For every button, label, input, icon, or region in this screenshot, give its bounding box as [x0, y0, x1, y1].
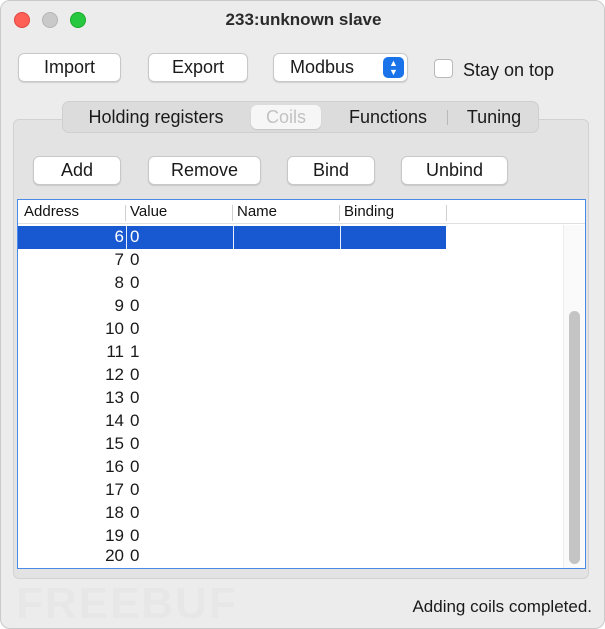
column-header-name[interactable]: Name: [237, 203, 277, 220]
import-button[interactable]: Import: [18, 53, 121, 82]
cell-divider: [340, 226, 341, 249]
address-cell: 15: [105, 434, 124, 453]
address-cell: 6: [114, 227, 124, 246]
address-cell: 14: [105, 411, 124, 430]
table-header: Address Value Name Binding: [18, 200, 585, 224]
value-cell[interactable]: 1: [130, 342, 139, 362]
status-message: Adding coils completed.: [412, 597, 592, 616]
address-cell: 20: [105, 546, 124, 565]
address-cell: 8: [114, 273, 124, 292]
bind-button[interactable]: Bind: [287, 156, 375, 185]
window-title: 233:unknown slave: [225, 10, 382, 29]
stay-on-top-label: Stay on top: [463, 60, 555, 80]
table-row[interactable]: 13 0: [18, 387, 446, 410]
value-cell[interactable]: 0: [130, 388, 139, 408]
value-cell[interactable]: 0: [130, 319, 139, 339]
stay-on-top-checkbox[interactable]: [434, 59, 453, 78]
column-divider[interactable]: [339, 205, 340, 221]
tab-bar: Holding registers Coils Functions Tuning: [62, 101, 539, 133]
value-cell[interactable]: 0: [130, 526, 139, 546]
table-row[interactable]: 7 0: [18, 249, 446, 272]
address-cell: 12: [105, 365, 124, 384]
vertical-scrollbar[interactable]: [563, 225, 585, 568]
address-cell: 16: [105, 457, 124, 476]
address-cell: 10: [105, 319, 124, 338]
table-row[interactable]: 12 0: [18, 364, 446, 387]
column-divider[interactable]: [125, 205, 126, 221]
tab-functions[interactable]: Functions: [328, 102, 448, 132]
tab-holding-registers[interactable]: Holding registers: [63, 102, 249, 132]
protocol-select[interactable]: Modbus ▲ ▼: [273, 53, 408, 82]
address-cell: 17: [105, 480, 124, 499]
tab-tuning[interactable]: Tuning: [448, 102, 540, 132]
column-header-binding[interactable]: Binding: [344, 203, 394, 220]
coils-table: Address Value Name Binding 6 0 7 0 8 0 9…: [17, 199, 586, 569]
table-row[interactable]: 17 0: [18, 479, 446, 502]
column-divider[interactable]: [232, 205, 233, 221]
table-row[interactable]: 9 0: [18, 295, 446, 318]
unbind-button[interactable]: Unbind: [401, 156, 508, 185]
address-cell: 9: [114, 296, 124, 315]
value-cell[interactable]: 0: [130, 296, 139, 316]
table-row[interactable]: 6 0: [18, 226, 446, 249]
add-button[interactable]: Add: [33, 156, 121, 185]
protocol-select-value: Modbus: [290, 57, 355, 77]
export-button[interactable]: Export: [148, 53, 248, 82]
value-cell[interactable]: 0: [130, 457, 139, 477]
cell-divider: [233, 226, 234, 249]
table-row[interactable]: 11 1: [18, 341, 446, 364]
value-cell[interactable]: 0: [130, 365, 139, 385]
value-cell[interactable]: 0: [130, 503, 139, 523]
address-cell: 11: [106, 342, 124, 361]
chevron-up-down-icon: ▲ ▼: [383, 57, 404, 78]
value-cell[interactable]: 0: [130, 227, 139, 247]
value-cell[interactable]: 0: [130, 480, 139, 500]
remove-button[interactable]: Remove: [148, 156, 261, 185]
tab-coils[interactable]: Coils: [251, 105, 321, 129]
table-row[interactable]: 15 0: [18, 433, 446, 456]
title-bar: 233:unknown slave: [1, 1, 604, 39]
table-row[interactable]: 14 0: [18, 410, 446, 433]
watermark-logo: FREEBUF: [16, 579, 238, 628]
table-row[interactable]: 16 0: [18, 456, 446, 479]
table-row[interactable]: 18 0: [18, 502, 446, 525]
column-header-value[interactable]: Value: [130, 203, 167, 220]
address-cell: 13: [105, 388, 124, 407]
address-cell: 18: [105, 503, 124, 522]
address-cell: 19: [105, 526, 124, 545]
address-cell: 7: [114, 250, 124, 269]
app-window: 233:unknown slave Import Export Modbus ▲…: [0, 0, 605, 629]
value-cell[interactable]: 0: [130, 250, 139, 270]
column-divider[interactable]: [446, 205, 447, 221]
value-cell[interactable]: 0: [130, 546, 139, 566]
table-row[interactable]: 10 0: [18, 318, 446, 341]
column-header-address[interactable]: Address: [24, 203, 79, 220]
cell-divider: [126, 226, 127, 249]
table-row[interactable]: 20 0: [18, 545, 446, 568]
value-cell[interactable]: 0: [130, 434, 139, 454]
value-cell[interactable]: 0: [130, 273, 139, 293]
table-row[interactable]: 8 0: [18, 272, 446, 295]
value-cell[interactable]: 0: [130, 411, 139, 431]
scrollbar-thumb[interactable]: [569, 311, 580, 564]
